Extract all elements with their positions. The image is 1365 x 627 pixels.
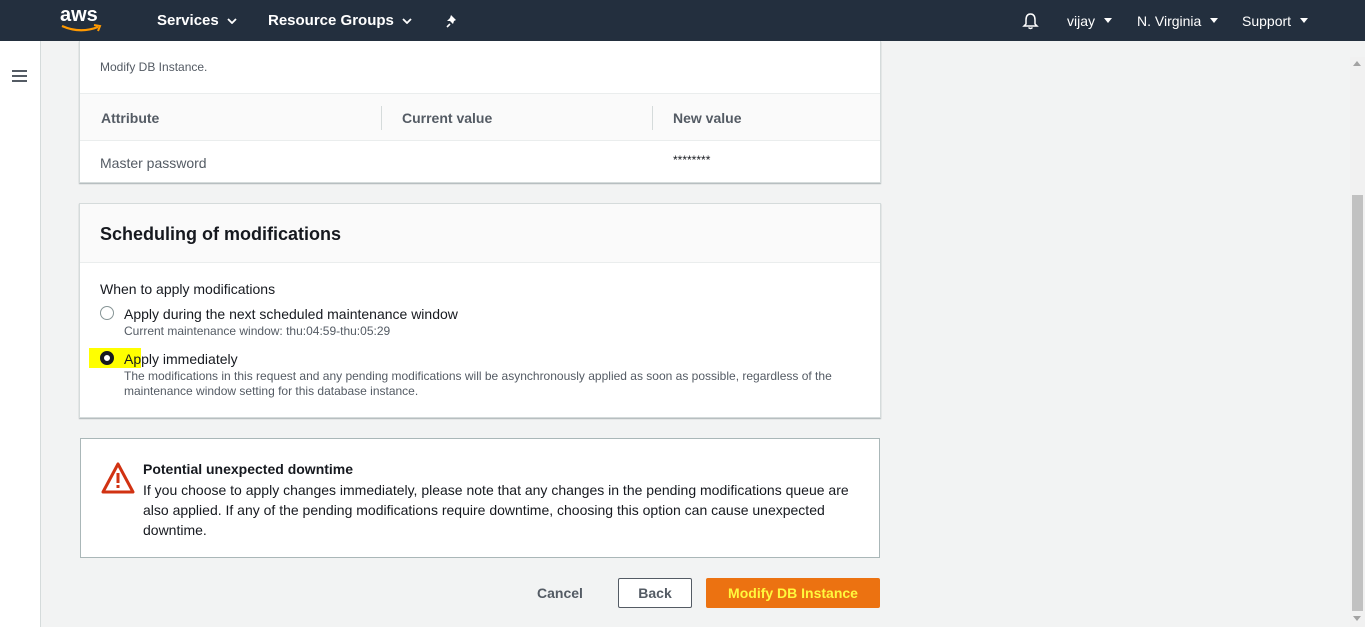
resource-groups-label: Resource Groups bbox=[268, 12, 394, 29]
aws-logo-text: aws bbox=[60, 4, 98, 26]
user-label: vijay bbox=[1067, 12, 1096, 29]
option-apply-immediately-label[interactable]: Apply immediately bbox=[124, 351, 238, 367]
scroll-up-arrow-icon[interactable] bbox=[1353, 61, 1361, 66]
option-maintenance-window-label[interactable]: Apply during the next scheduled maintena… bbox=[124, 306, 458, 322]
scheduling-panel-header: Scheduling of modifications bbox=[80, 204, 880, 263]
back-button[interactable]: Back bbox=[618, 578, 692, 608]
resource-groups-menu[interactable]: Resource Groups bbox=[268, 0, 412, 41]
scroll-down-arrow-icon[interactable] bbox=[1353, 616, 1361, 621]
summary-of-modifications-panel: Modify DB Instance. Attribute Current va… bbox=[79, 41, 881, 183]
option-apply-immediately-description: The modifications in this request and an… bbox=[124, 369, 832, 398]
aws-smile-icon bbox=[61, 24, 102, 32]
chevron-down-icon bbox=[402, 17, 412, 24]
user-menu[interactable]: vijay bbox=[1067, 0, 1113, 41]
bell-icon bbox=[1022, 12, 1039, 29]
modify-db-instance-button[interactable]: Modify DB Instance bbox=[706, 578, 880, 608]
warning-body: If you choose to apply changes immediate… bbox=[143, 482, 849, 538]
scheduling-title: Scheduling of modifications bbox=[100, 224, 342, 244]
warning-title: Potential unexpected downtime bbox=[143, 461, 354, 477]
radio-apply-immediately[interactable] bbox=[100, 351, 114, 365]
services-menu[interactable]: Services bbox=[157, 0, 237, 41]
region-menu[interactable]: N. Virginia bbox=[1137, 0, 1219, 41]
option-maintenance-window-description: Current maintenance window: thu:04:59-th… bbox=[124, 324, 391, 338]
region-label: N. Virginia bbox=[1137, 12, 1202, 29]
table-header: Attribute Current value New value bbox=[80, 93, 880, 141]
chevron-down-icon bbox=[227, 17, 237, 24]
cancel-button[interactable]: Cancel bbox=[528, 578, 592, 608]
column-header-new-value: New value bbox=[673, 110, 742, 126]
notifications-button[interactable] bbox=[1022, 0, 1039, 41]
chevron-down-icon bbox=[1300, 18, 1309, 23]
column-divider bbox=[381, 106, 382, 130]
when-to-apply-label: When to apply modifications bbox=[100, 281, 276, 297]
column-header-attribute: Attribute bbox=[101, 110, 160, 126]
downtime-warning-alert: Potential unexpected downtime If you cho… bbox=[80, 438, 880, 558]
top-navigation-bar: aws Services Resource Groups vijay N. Vi… bbox=[0, 0, 1365, 41]
hamburger-menu-icon[interactable] bbox=[12, 70, 27, 82]
table-cell-new-value: ******** bbox=[673, 153, 711, 167]
summary-note: Modify DB Instance. bbox=[100, 60, 208, 74]
scheduling-panel: Scheduling of modifications When to appl… bbox=[79, 203, 881, 418]
scrollbar-thumb[interactable] bbox=[1352, 195, 1363, 611]
aws-logo[interactable]: aws bbox=[60, 5, 104, 35]
warning-icon bbox=[101, 462, 135, 494]
page-scrollbar[interactable] bbox=[1350, 57, 1365, 627]
chevron-down-icon bbox=[1104, 18, 1113, 23]
services-label: Services bbox=[157, 12, 219, 29]
support-label: Support bbox=[1242, 12, 1292, 29]
table-cell-attribute: Master password bbox=[100, 155, 207, 171]
side-navigation bbox=[0, 41, 41, 627]
column-header-current-value: Current value bbox=[402, 110, 493, 126]
pin-icon bbox=[446, 14, 456, 28]
pin-button[interactable] bbox=[446, 0, 460, 41]
radio-maintenance-window[interactable] bbox=[100, 306, 114, 320]
column-divider bbox=[652, 106, 653, 130]
support-menu[interactable]: Support bbox=[1242, 0, 1309, 41]
chevron-down-icon bbox=[1210, 18, 1219, 23]
